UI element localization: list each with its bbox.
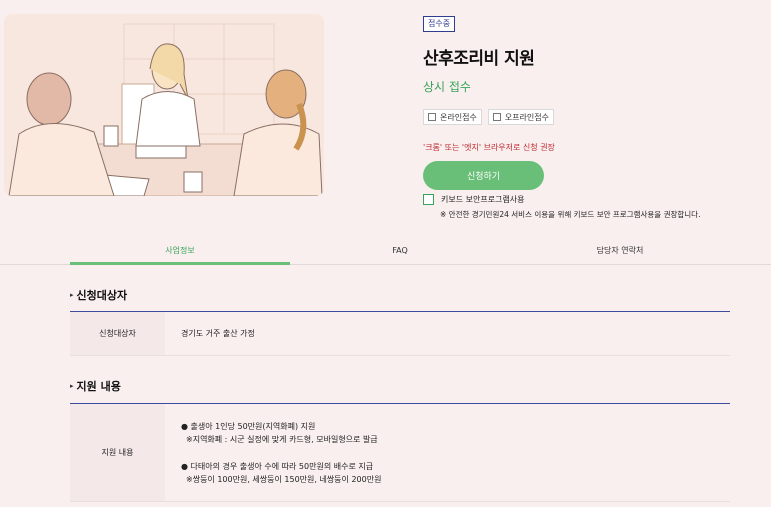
tab-faq[interactable]: FAQ [290, 241, 510, 265]
monitor-icon [428, 113, 436, 121]
keyboard-security-label: 키보드 보안프로그램사용 [441, 195, 525, 204]
triangle-right-icon: ▸ [70, 382, 74, 390]
tab-program-info[interactable]: 사업정보 [70, 241, 290, 265]
tab-contact[interactable]: 담당자 연락처 [510, 241, 730, 265]
keyboard-security-option: 키보드 보안프로그램사용 [423, 194, 763, 205]
offline-application-label: 오프라인접수 [504, 112, 549, 122]
hero-illustration [4, 14, 324, 196]
section-title-support: ▸ 지원 내용 [70, 378, 121, 394]
online-application-label: 온라인접수 [440, 112, 477, 122]
triangle-right-icon: ▸ [70, 291, 74, 299]
application-period: 상시 접수 [423, 80, 471, 94]
page: 접수중 산후조리비 지원 상시 접수 온라인접수 오프라인접수 '크롬' 또는 … [0, 0, 771, 507]
application-methods: 온라인접수 오프라인접수 [423, 109, 763, 125]
offline-application-tag: 오프라인접수 [487, 109, 554, 125]
section-title-target: ▸ 신청대상자 [70, 287, 127, 303]
keyboard-security-note: ※ 안전한 경기민원24 서비스 이용을 위해 키보드 보안 프로그램사용을 권… [440, 210, 701, 219]
support-line: ● 출생아 1인당 50만원(지역화폐) 지원 [181, 422, 316, 431]
building-icon [492, 113, 501, 121]
keyboard-security-checkbox[interactable] [423, 194, 434, 205]
target-label: 신청대상자 [70, 312, 165, 355]
page-title: 산후조리비 지원 [423, 49, 535, 69]
online-application-tag: 온라인접수 [423, 109, 482, 125]
program-info-panel: 접수중 산후조리비 지원 상시 접수 온라인접수 오프라인접수 '크롬' 또는 … [423, 11, 763, 220]
support-line: ※쌍둥이 100만원, 세쌍둥이 150만원, 네쌍둥이 200만원 [186, 475, 382, 484]
support-line: ※지역화폐 : 시군 실정에 맞게 카드형, 모바일형으로 발급 [186, 435, 378, 444]
support-label: 지원 내용 [70, 404, 165, 501]
tab-bar: 사업정보 FAQ 담당자 연락처 [0, 241, 771, 265]
apply-button[interactable]: 신청하기 [423, 161, 544, 190]
browser-notice: '크롬' 또는 '엣지' 브라우저로 신청 권장 [423, 143, 555, 152]
status-badge: 접수중 [423, 16, 456, 32]
target-row: 신청대상자 경기도 거주 출산 가정 [70, 312, 730, 356]
section-title-support-text: 지원 내용 [76, 380, 121, 393]
support-line: ● 다태아의 경우 출생아 수에 따라 50만원의 배수로 지급 [181, 462, 374, 471]
consultation-illustration [8, 23, 323, 196]
support-details: ● 출생아 1인당 50만원(지역화폐) 지원 ※지역화폐 : 시군 실정에 맞… [181, 420, 381, 486]
target-value: 경기도 거주 출산 가정 [181, 329, 255, 338]
support-row: 지원 내용 ● 출생아 1인당 50만원(지역화폐) 지원 ※지역화폐 : 시군… [70, 404, 730, 502]
section-title-target-text: 신청대상자 [76, 289, 128, 302]
